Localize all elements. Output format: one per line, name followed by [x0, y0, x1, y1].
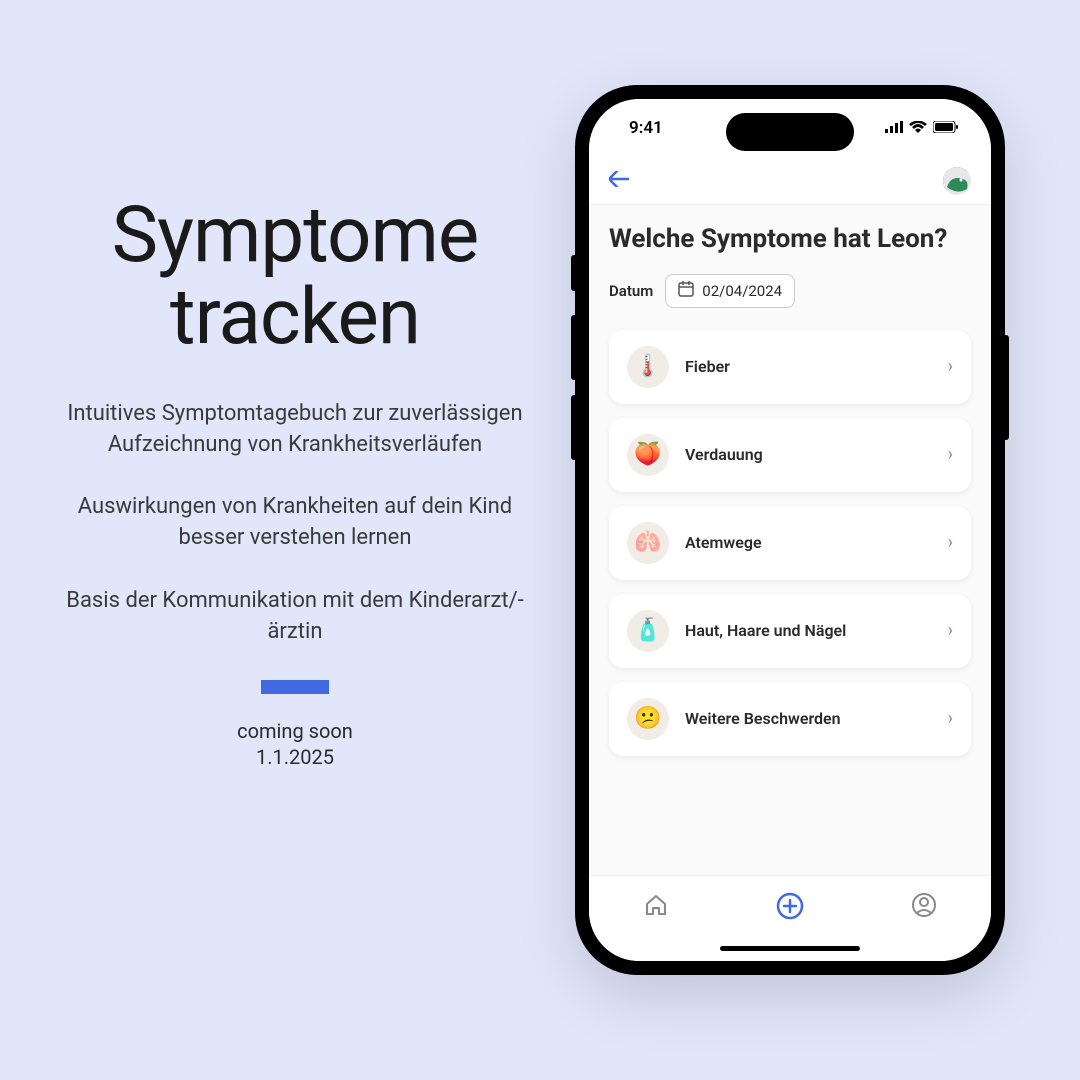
coming-soon-text: coming soon [60, 718, 530, 744]
face-icon: 😕 [627, 698, 669, 740]
phone-side-button [571, 315, 577, 380]
chevron-right-icon: › [948, 444, 953, 465]
promo-title: Symptome tracken [60, 195, 530, 359]
release-date: 1.1.2025 [60, 744, 530, 770]
phone-side-button [571, 255, 577, 291]
thermometer-icon: 🌡️ [627, 346, 669, 388]
nav-bar [589, 157, 991, 205]
chevron-right-icon: › [948, 532, 953, 553]
battery-icon [933, 118, 959, 138]
lungs-icon: 🫁 [627, 522, 669, 564]
stomach-icon: 🍑 [627, 434, 669, 476]
calendar-icon [678, 281, 694, 301]
skin-icon: 🧴 [627, 610, 669, 652]
symptom-label: Verdauung [685, 445, 948, 464]
title-line-1: Symptome [112, 190, 478, 281]
phone-power-button [1003, 335, 1009, 440]
promo-panel: Symptome tracken Intuitives Symptomtageb… [60, 195, 530, 770]
accent-bar [261, 680, 329, 694]
dynamic-island [726, 113, 854, 151]
symptom-label: Fieber [685, 357, 948, 376]
promo-desc-2: Auswirkungen von Krankheiten auf dein Ki… [60, 492, 530, 554]
symptom-card-haut[interactable]: 🧴 Haut, Haare und Nägel › [609, 594, 971, 668]
screen-content: Welche Symptome hat Leon? Datum 02/04/20… [589, 205, 991, 788]
title-line-2: tracken [170, 272, 420, 363]
nav-profile[interactable] [911, 892, 937, 918]
symptom-card-fieber[interactable]: 🌡️ Fieber › [609, 330, 971, 404]
symptom-card-verdauung[interactable]: 🍑 Verdauung › [609, 418, 971, 492]
promo-desc-1: Intuitives Symptomtagebuch zur zuverläss… [60, 399, 530, 461]
date-picker[interactable]: 02/04/2024 [665, 274, 795, 308]
page-title: Welche Symptome hat Leon? [609, 223, 971, 256]
phone-screen: 9:41 Welche Symptome hat [589, 99, 991, 961]
wifi-icon [909, 118, 927, 138]
nav-home[interactable] [643, 892, 669, 918]
chevron-right-icon: › [948, 356, 953, 377]
date-label: Datum [609, 282, 653, 300]
signal-icon [885, 118, 903, 138]
status-icons [885, 118, 959, 138]
nav-add[interactable] [776, 892, 804, 920]
promo-desc-3: Basis der Kommunikation mit dem Kinderar… [60, 586, 530, 648]
phone-side-button [571, 395, 577, 460]
chevron-right-icon: › [948, 708, 953, 729]
symptom-label: Weitere Beschwerden [685, 709, 948, 728]
symptom-card-weitere[interactable]: 😕 Weitere Beschwerden › [609, 682, 971, 756]
date-value: 02/04/2024 [702, 282, 782, 300]
phone-mockup: 9:41 Welche Symptome hat [575, 85, 1005, 975]
date-row: Datum 02/04/2024 [609, 274, 971, 308]
back-button[interactable] [609, 168, 629, 193]
avatar[interactable] [943, 167, 971, 195]
symptom-label: Atemwege [685, 533, 948, 552]
chevron-right-icon: › [948, 620, 953, 641]
symptom-label: Haut, Haare und Nägel [685, 621, 948, 640]
home-indicator[interactable] [720, 946, 860, 951]
status-time: 9:41 [629, 118, 663, 138]
coming-soon-block: coming soon 1.1.2025 [60, 718, 530, 770]
symptom-card-atemwege[interactable]: 🫁 Atemwege › [609, 506, 971, 580]
